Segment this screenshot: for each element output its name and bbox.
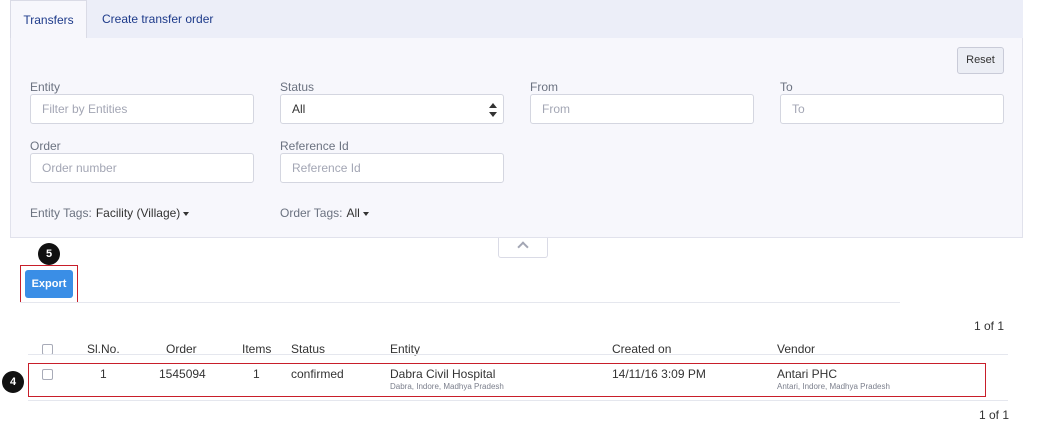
entity-tags-label: Entity Tags: <box>30 206 92 220</box>
status-select[interactable]: All <box>280 94 504 124</box>
cell-status: confirmed <box>291 367 344 381</box>
entity-tags-dropdown[interactable]: Facility (Village) <box>95 206 190 220</box>
cell-items: 1 <box>253 367 260 381</box>
cell-vendor-location: Antari, Indore, Madhya Pradesh <box>777 382 890 391</box>
export-button[interactable]: Export <box>25 270 73 298</box>
annotation-marker-5: 5 <box>38 243 60 265</box>
reset-button[interactable]: Reset <box>957 47 1004 74</box>
cell-created-on: 14/11/16 3:09 PM <box>612 367 706 381</box>
from-date-label: From <box>530 80 558 94</box>
pagination-top: 1 of 1 <box>974 319 1005 333</box>
reference-id-label: Reference Id <box>280 139 349 153</box>
status-filter-label: Status <box>280 80 315 94</box>
to-date-input[interactable]: To <box>780 94 1004 124</box>
cell-order-link[interactable]: 1545094 <box>159 367 206 381</box>
order-tags-label: Order Tags: <box>280 206 343 220</box>
header-divider <box>28 354 1008 355</box>
row-divider <box>28 400 1008 401</box>
cell-sl-no: 1 <box>100 367 107 381</box>
status-select-value: All <box>292 102 306 116</box>
caret-down-icon <box>362 211 369 216</box>
pagination-bottom: 1 of 1 <box>979 408 1010 422</box>
divider <box>20 302 900 303</box>
entity-tags-value: Facility (Village) <box>95 206 181 220</box>
order-tags-value: All <box>346 206 360 220</box>
tab-create-transfer-order[interactable]: Create transfer order <box>102 0 213 38</box>
order-tags-dropdown[interactable]: All <box>346 206 369 220</box>
cell-vendor-link[interactable]: Antari PHC <box>777 367 837 381</box>
order-number-input[interactable]: Order number <box>30 153 254 183</box>
annotation-marker-4: 4 <box>2 371 24 393</box>
tab-transfers[interactable]: Transfers <box>10 0 87 38</box>
to-date-label: To <box>780 80 793 94</box>
entity-filter-label: Entity <box>30 80 61 94</box>
collapse-filters-toggle[interactable] <box>498 238 548 258</box>
entity-tags: Entity Tags: Facility (Village) <box>30 206 190 220</box>
table-header: Sl.No. Order Items Status Entity Created… <box>28 336 1008 362</box>
tab-bar: Transfers Create transfer order <box>10 0 1023 38</box>
row-checkbox[interactable] <box>42 369 53 380</box>
select-arrows-icon <box>489 103 497 117</box>
caret-down-icon <box>183 211 190 216</box>
table-row[interactable]: 1 1545094 1 confirmed Dabra Civil Hospit… <box>28 363 986 397</box>
reference-id-input[interactable]: Reference Id <box>280 153 504 183</box>
entity-filter-input[interactable]: Filter by Entities <box>30 94 254 124</box>
order-tags: Order Tags: All <box>280 206 369 220</box>
cell-entity-location: Dabra, Indore, Madhya Pradesh <box>390 382 504 391</box>
cell-entity-link[interactable]: Dabra Civil Hospital <box>390 367 495 381</box>
from-date-input[interactable]: From <box>530 94 754 124</box>
order-filter-label: Order <box>30 139 61 153</box>
